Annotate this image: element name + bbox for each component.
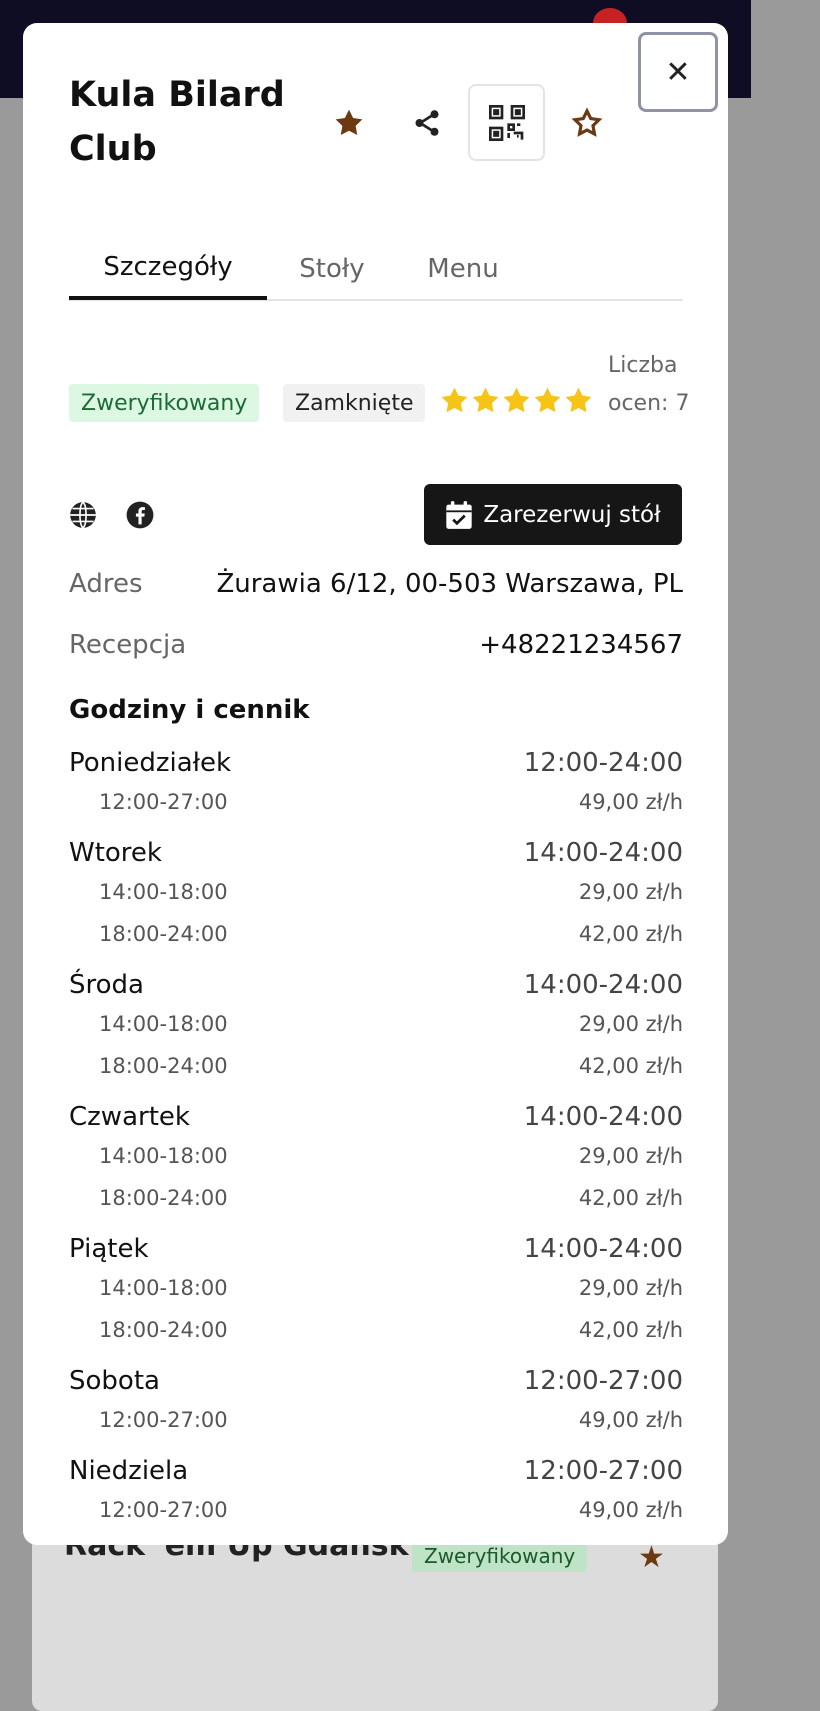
slot-price: 42,00 zł/h [578,1054,683,1078]
slot-time: 18:00-24:00 [99,922,228,946]
hours-list: Poniedziałek 12:00-24:00 12:00-27:00 49,00… [69,745,683,1543]
verified-badge: Zweryfikowany [69,384,260,422]
address-label: Adres [69,569,143,599]
address-value: Żurawia 6/12, 00-503 Warszawa, PL [216,569,683,599]
reserve-table-button[interactable]: Zarezerwuj stół [424,484,682,545]
rating-stars [439,385,595,421]
tab-tables[interactable]: Stoły [267,237,397,301]
day-range: 14:00-24:00 [523,1234,683,1264]
day-range: 14:00-24:00 [523,970,683,1000]
slot-price: 29,00 zł/h [578,1012,683,1036]
star-icon [503,387,530,413]
close-button[interactable]: ✕ [638,32,718,112]
hours-day: Środa 14:00-24:00 14:00-18:00 29,00 zł/h 1… [69,967,683,1087]
day-name: Piątek [69,1234,149,1264]
slot-time: 14:00-18:00 [99,1012,228,1036]
day-name: Wtorek [69,838,162,868]
share-icon[interactable] [407,103,447,143]
day-name: Poniedziałek [69,748,232,778]
rate-star-outline-icon[interactable] [567,103,607,143]
reserve-label: Zarezerwuj stół [483,501,661,528]
globe-icon[interactable] [69,501,97,529]
slot-time: 18:00-24:00 [99,1054,228,1078]
tab-menu[interactable]: Menu [397,237,529,301]
club-details-modal: ✕ Kula Bilard Club Szczegóły Stoły Menu … [23,23,728,1545]
slot-time: 18:00-24:00 [99,1186,228,1210]
day-name: Sobota [69,1366,160,1396]
day-range: 12:00-27:00 [523,1456,683,1486]
hours-day: Piątek 14:00-24:00 14:00-18:00 29,00 zł/h … [69,1231,683,1351]
star-icon [441,387,468,413]
slot-time: 12:00-27:00 [99,1498,228,1522]
day-name: Niedziela [69,1456,189,1486]
day-range: 14:00-24:00 [523,1102,683,1132]
reception-phone[interactable]: +48221234567 [479,630,683,660]
day-name: Środa [69,970,144,1000]
slot-price: 42,00 zł/h [578,1186,683,1210]
slot-time: 14:00-18:00 [99,1276,228,1300]
slot-price: 49,00 zł/h [578,1408,683,1432]
day-name: Czwartek [69,1102,190,1132]
ratings-count: Liczba ocen: 7 [608,353,690,416]
slot-time: 14:00-18:00 [99,1144,228,1168]
hours-day: Sobota 12:00-27:00 12:00-27:00 49,00 zł/h [69,1363,683,1441]
star-icon [472,387,499,413]
slot-time: 18:00-24:00 [99,1318,228,1342]
hours-day: Czwartek 14:00-24:00 14:00-18:00 29,00 zł/… [69,1099,683,1219]
slot-price: 49,00 zł/h [578,790,683,814]
star-icon [565,387,592,413]
hours-day: Niedziela 12:00-27:00 12:00-27:00 49,00 zł… [69,1453,683,1531]
calendar-check-icon [446,500,473,529]
facebook-icon[interactable] [126,501,154,529]
slot-time: 12:00-27:00 [99,790,228,814]
status-badge: Zamknięte [283,384,426,422]
qr-code-icon[interactable] [468,84,545,161]
reception-label: Recepcja [69,630,187,660]
slot-price: 29,00 zł/h [578,1144,683,1168]
hours-day: Poniedziałek 12:00-24:00 12:00-27:00 49,00… [69,745,683,823]
day-range: 14:00-24:00 [523,838,683,868]
slot-price: 42,00 zł/h [578,922,683,946]
favorite-star-icon[interactable] [329,103,369,143]
slot-price: 49,00 zł/h [578,1498,683,1522]
club-title: Kula Bilard Club [69,75,285,169]
star-icon [534,387,561,413]
slot-time: 14:00-18:00 [99,880,228,904]
hours-day: Wtorek 14:00-24:00 14:00-18:00 29,00 zł/h … [69,835,683,955]
tab-bar: Szczegóły Stoły Menu [69,237,683,301]
slot-price: 29,00 zł/h [578,880,683,904]
day-range: 12:00-27:00 [523,1366,683,1396]
slot-price: 29,00 zł/h [578,1276,683,1300]
club-card-star-icon[interactable]: ★ [638,1540,665,1575]
slot-time: 12:00-27:00 [99,1408,228,1432]
slot-price: 42,00 zł/h [578,1318,683,1342]
hours-title: Godziny i cennik [69,695,310,725]
tab-details[interactable]: Szczegóły [69,237,267,300]
day-range: 12:00-24:00 [523,748,683,778]
